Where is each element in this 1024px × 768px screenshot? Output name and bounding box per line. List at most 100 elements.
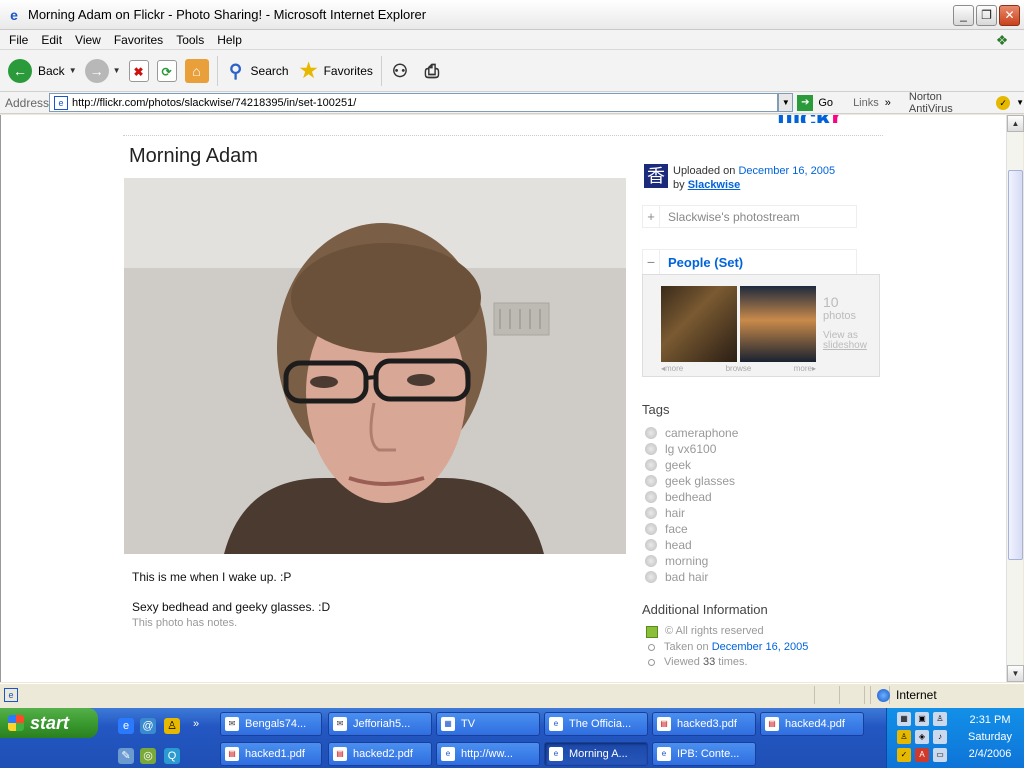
set-thumbnail-1[interactable] <box>661 286 737 362</box>
menu-help[interactable]: Help <box>217 33 242 47</box>
task-button[interactable]: ▤ hacked1.pdf <box>220 742 322 766</box>
stop-button[interactable]: ✖ <box>128 59 149 82</box>
outlook-quicklaunch-icon[interactable]: @ <box>140 718 156 734</box>
menu-tools[interactable]: Tools <box>176 33 204 47</box>
vertical-scrollbar[interactable]: ▲ ▼ <box>1006 115 1024 682</box>
task-button[interactable]: ✉ Bengals74... <box>220 712 322 736</box>
clock[interactable]: 2:31 PM Saturday 2/4/2006 <box>959 712 1021 763</box>
tray-app-icon[interactable]: ◈ <box>915 730 929 744</box>
restore-button[interactable]: ❐ <box>976 5 997 26</box>
search-icon: ⚲ <box>228 60 243 81</box>
set-header[interactable]: − People (Set) <box>642 249 857 274</box>
tray-device-icon[interactable]: ▭ <box>933 748 947 762</box>
go-button[interactable]: ➔ Go <box>797 94 833 111</box>
tag-item[interactable]: geek glasses <box>645 473 738 489</box>
task-button[interactable]: ▤ hacked4.pdf <box>760 712 864 736</box>
tag-item[interactable]: morning <box>645 553 738 569</box>
slideshow-link[interactable]: slideshow <box>823 340 867 351</box>
main-photo[interactable] <box>124 178 626 554</box>
set-count-label: photos <box>823 310 857 322</box>
forward-button[interactable]: → ▼ <box>84 58 121 83</box>
norton-icon[interactable]: ✓ <box>996 95 1011 110</box>
home-button[interactable]: ⌂ <box>184 58 209 83</box>
tray-display-icon[interactable]: ▣ <box>915 712 929 726</box>
tag-item[interactable]: lg vx6100 <box>645 441 738 457</box>
set-thumbnail-2[interactable] <box>740 286 816 362</box>
tray-messenger-icon[interactable]: ♙ <box>897 730 911 744</box>
set-count: 10 photos <box>823 295 856 323</box>
collapse-minus-icon[interactable]: − <box>643 250 660 274</box>
winamp-quicklaunch-icon[interactable]: ◎ <box>140 748 156 764</box>
close-button[interactable]: ✕ <box>999 5 1020 26</box>
photo-description-1: This is me when I wake up. :P <box>132 570 292 584</box>
tray-acrobat-icon[interactable]: A <box>915 748 929 762</box>
messenger-quicklaunch-icon[interactable]: ♙ <box>164 718 180 734</box>
set-prev-more[interactable]: ◂more <box>661 364 683 373</box>
uploaded-date-link[interactable]: December 16, 2005 <box>738 165 835 177</box>
norton-dropdown-icon[interactable]: ▼ <box>1016 98 1024 107</box>
refresh-icon: ⟳ <box>156 59 177 82</box>
forward-dropdown-icon[interactable]: ▼ <box>113 66 121 75</box>
set-next-more[interactable]: more▸ <box>794 364 816 373</box>
zone-label: Internet <box>896 688 937 702</box>
tray-norton-icon[interactable]: ✓ <box>897 748 911 762</box>
tag-item[interactable]: bad hair <box>645 569 738 585</box>
flickr-logo[interactable]: flickr <box>776 115 842 123</box>
task-button[interactable]: ✉ Jefforiah5... <box>328 712 432 736</box>
menu-favorites[interactable]: Favorites <box>114 33 163 47</box>
menu-edit[interactable]: Edit <box>41 33 62 47</box>
taken-date-link[interactable]: December 16, 2005 <box>712 640 809 656</box>
tag-item[interactable]: geek <box>645 457 738 473</box>
tray-user-icon[interactable]: ♙ <box>933 712 947 726</box>
quicklaunch-chevron-icon[interactable]: » <box>188 716 204 732</box>
expand-plus-icon[interactable]: + <box>643 206 660 227</box>
address-dropdown-icon[interactable]: ▼ <box>778 93 794 112</box>
favorites-button[interactable]: ★ Favorites <box>297 59 373 83</box>
owner-avatar[interactable]: 香 <box>644 164 668 188</box>
norton-label[interactable]: Norton AntiVirus <box>909 91 988 115</box>
links-chevron-icon[interactable]: » <box>885 97 891 109</box>
scroll-thumb[interactable] <box>1008 170 1023 560</box>
tag-item[interactable]: cameraphone <box>645 425 738 441</box>
search-button[interactable]: ⚲ Search <box>224 59 289 83</box>
task-button[interactable]: e The Officia... <box>544 712 648 736</box>
page-title: Morning Adam <box>129 145 258 167</box>
scroll-down-icon[interactable]: ▼ <box>1007 665 1024 682</box>
tag-item[interactable]: hair <box>645 505 738 521</box>
photostream-box[interactable]: + Slackwise's photostream <box>642 205 857 228</box>
app-quicklaunch-icon[interactable]: ✎ <box>118 748 134 764</box>
ie-quicklaunch-icon[interactable]: e <box>118 718 134 734</box>
stop-icon: ✖ <box>128 59 149 82</box>
owner-link[interactable]: Slackwise <box>688 179 741 191</box>
tag-item[interactable]: face <box>645 521 738 537</box>
tags-list: cameraphone lg vx6100 geek geek glasses … <box>645 425 738 585</box>
minimize-button[interactable]: _ <box>953 5 974 26</box>
start-button[interactable]: start <box>0 708 98 738</box>
search-quicklaunch-icon[interactable]: Q <box>164 748 180 764</box>
task-button[interactable]: e http://ww... <box>436 742 540 766</box>
tray-network-icon[interactable]: ▦ <box>897 712 911 726</box>
back-dropdown-icon[interactable]: ▼ <box>69 66 77 75</box>
scroll-up-icon[interactable]: ▲ <box>1007 115 1024 132</box>
task-button[interactable]: ▤ hacked3.pdf <box>652 712 756 736</box>
task-button[interactable]: e IPB: Conte... <box>652 742 756 766</box>
page-content: flickr Morning Adam This is me when I wa… <box>0 115 1006 682</box>
view-as-slideshow[interactable]: View as slideshow <box>823 331 867 351</box>
back-button[interactable]: ← Back ▼ <box>8 58 77 83</box>
tag-item[interactable]: head <box>645 537 738 553</box>
tag-item[interactable]: bedhead <box>645 489 738 505</box>
toolbar: ← Back ▼ → ▼ ✖ ⟳ ⌂ ⚲ Search ★ Favorites … <box>0 50 1024 92</box>
task-button-active[interactable]: e Morning A... <box>544 742 648 766</box>
print-button[interactable]: ⎙ <box>420 59 444 83</box>
refresh-button[interactable]: ⟳ <box>156 59 177 82</box>
task-button[interactable]: ▦ TV <box>436 712 540 736</box>
links-button[interactable]: Links <box>853 97 879 109</box>
tray-volume-icon[interactable]: ♪ <box>933 730 947 744</box>
set-title[interactable]: People (Set) <box>668 255 743 270</box>
menu-file[interactable]: File <box>9 33 28 47</box>
address-input[interactable]: e http://flickr.com/photos/slackwise/742… <box>49 93 779 112</box>
set-browse[interactable]: browse <box>726 364 752 373</box>
task-button[interactable]: ▤ hacked2.pdf <box>328 742 432 766</box>
messenger-button[interactable]: ⚇ <box>388 59 412 83</box>
menu-view[interactable]: View <box>75 33 101 47</box>
